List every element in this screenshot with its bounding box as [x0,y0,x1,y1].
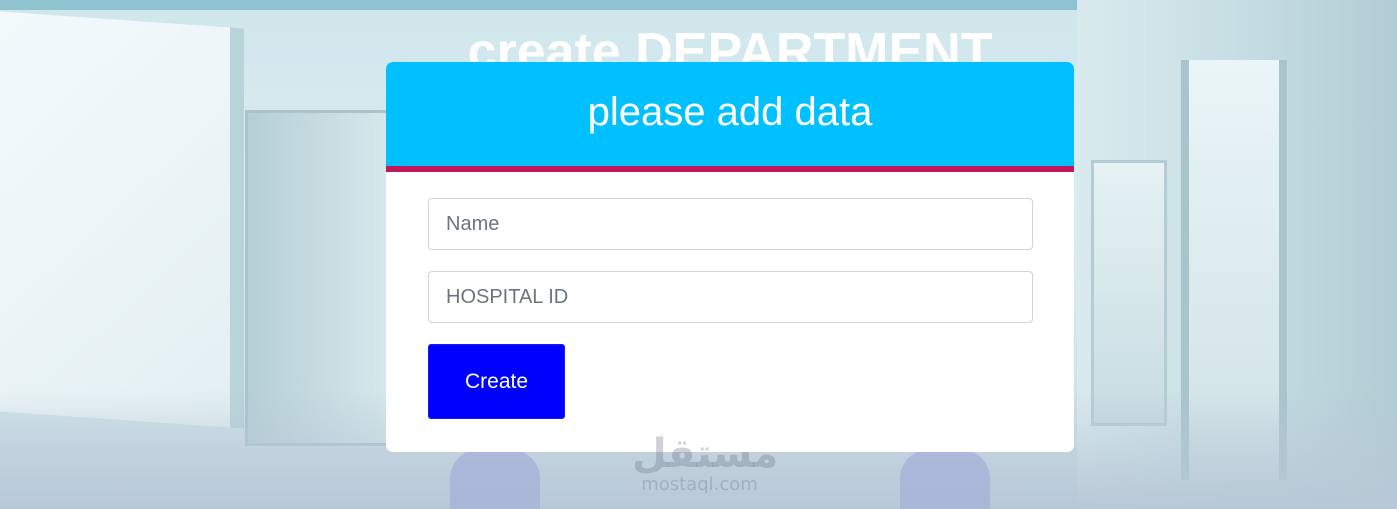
watermark-site: mostaql.com [641,474,758,495]
hospital-id-input[interactable] [428,271,1033,323]
background-figure [900,449,990,509]
background-figure [450,449,540,509]
watermark: مستقل mostaql.com [632,431,779,495]
watermark-logo: مستقل [632,431,779,477]
create-button[interactable]: Create [428,344,565,419]
page: create DEPARTMENT please add data Create… [0,0,1397,509]
background-panel-right [1091,160,1167,426]
create-department-card: please add data Create [386,62,1074,452]
department-form: Create [386,172,1074,419]
name-input[interactable] [428,198,1033,250]
card-header-title: please add data [587,89,873,134]
card-header: please add data [386,62,1074,172]
